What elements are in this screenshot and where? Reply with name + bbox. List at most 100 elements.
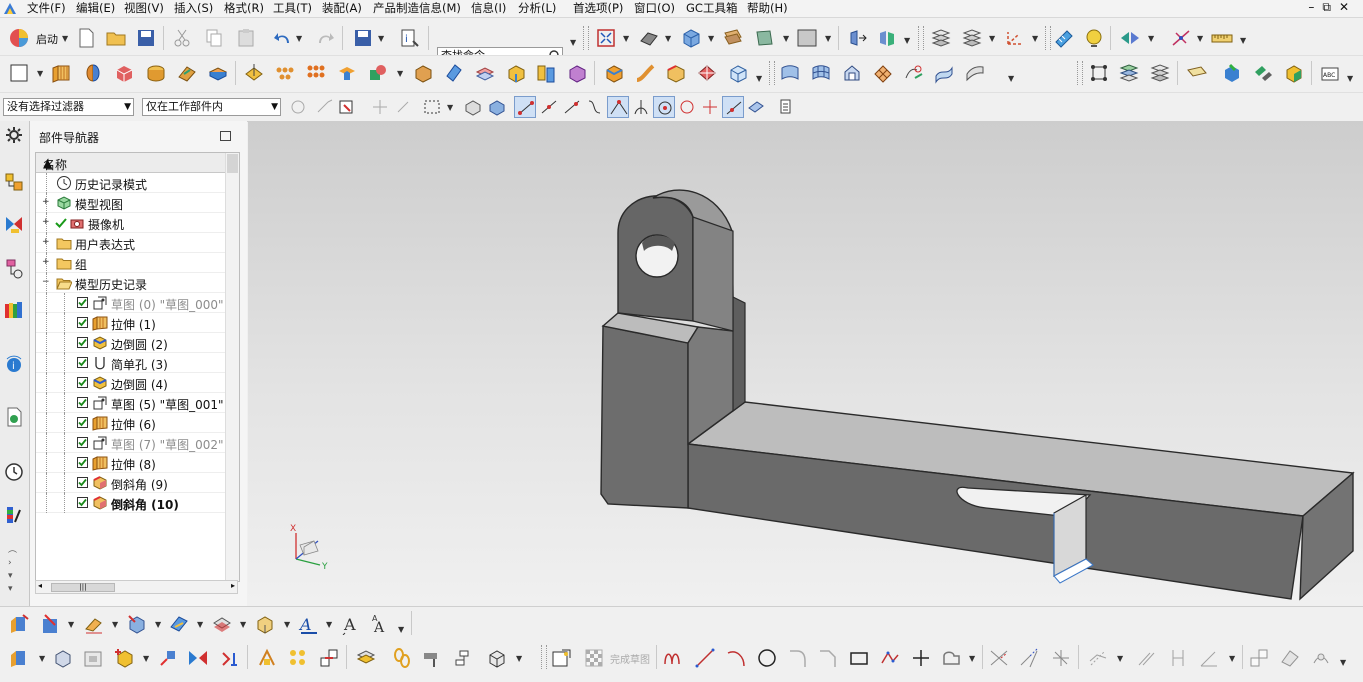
save-as-icon[interactable] xyxy=(352,27,374,49)
leader-note-icon[interactable]: A xyxy=(341,613,363,635)
internet-explorer-tab-icon[interactable]: i xyxy=(3,353,25,375)
curve-dropdown-arrow[interactable]: ▼ xyxy=(969,654,975,663)
cylinder-icon[interactable] xyxy=(145,62,167,84)
resource-bar-more-arrows[interactable]: ︵ › ▾ ▾ xyxy=(8,544,17,596)
end-point-snap-icon[interactable] xyxy=(514,96,536,118)
feature-tree-row[interactable]: 倒斜角 (9) xyxy=(36,473,225,493)
wcs-origin-dropdown-arrow[interactable]: ▼ xyxy=(1032,34,1038,43)
start-button-label[interactable]: 启动 xyxy=(36,31,58,47)
feature-tree-row[interactable]: 草图 (5) "草图_001" xyxy=(36,393,225,413)
feature-tree-row[interactable]: 草图 (0) "草图_000" xyxy=(36,293,225,313)
sketch-dropdown-arrow[interactable]: ▼ xyxy=(37,69,43,78)
text-note-icon[interactable]: ABC xyxy=(1320,62,1342,84)
gear-icon[interactable] xyxy=(3,124,25,146)
sketch-layers-icon[interactable] xyxy=(355,647,377,669)
navigator-node-row[interactable]: + 组 xyxy=(36,253,225,273)
analysis-icon[interactable] xyxy=(1083,27,1105,49)
make-corner-icon[interactable] xyxy=(1050,647,1072,669)
background-color-icon[interactable] xyxy=(796,27,818,49)
vertical-scroll-thumb[interactable] xyxy=(227,154,238,173)
wcs-icon[interactable] xyxy=(753,27,775,49)
point-snap-icon[interactable] xyxy=(369,96,391,118)
datum-plane-icon[interactable] xyxy=(243,62,265,84)
auto-constrain-icon[interactable] xyxy=(1310,647,1332,669)
detail-view-icon[interactable] xyxy=(157,647,179,669)
undo-icon[interactable] xyxy=(272,27,294,49)
line-icon[interactable] xyxy=(694,647,716,669)
section-line-icon[interactable] xyxy=(219,647,241,669)
add-component-icon[interactable] xyxy=(1221,62,1243,84)
tree-column-header[interactable]: 名称 ▲ xyxy=(36,153,225,173)
fillet-icon[interactable] xyxy=(787,647,809,669)
save-dropdown-arrow[interactable]: ▼ xyxy=(378,34,384,43)
datum-dropdown-arrow[interactable]: ▼ xyxy=(197,620,203,629)
shell-icon[interactable] xyxy=(207,62,229,84)
boolean-dropdown-arrow[interactable]: ▼ xyxy=(397,69,403,78)
expand-toggle-icon[interactable]: + xyxy=(42,258,50,267)
sort-ascending-icon[interactable]: ▲ xyxy=(43,156,52,170)
navigator-node-row[interactable]: + 摄像机 xyxy=(36,213,225,233)
search-dropdown-arrow[interactable]: ▼ xyxy=(570,38,576,47)
feature-visibility-checkbox[interactable] xyxy=(77,477,88,488)
save-icon[interactable] xyxy=(135,27,157,49)
dimension-icon[interactable] xyxy=(83,613,105,635)
undo-dropdown-arrow[interactable]: ▼ xyxy=(296,34,302,43)
start-dropdown-arrow[interactable]: ▼ xyxy=(62,34,68,43)
feature-tree-row[interactable]: 边倒圆 (4) xyxy=(36,373,225,393)
selection-filter-select[interactable]: 没有选择过滤器 ▼ xyxy=(3,98,134,116)
expand-toggle-icon[interactable]: + xyxy=(42,238,50,247)
point-on-curve-snap-icon[interactable] xyxy=(722,96,744,118)
surface-finish-icon[interactable] xyxy=(211,613,233,635)
weld-symbol-icon[interactable] xyxy=(254,613,276,635)
assembly-navigator-icon[interactable] xyxy=(1088,62,1110,84)
sweep-icon[interactable] xyxy=(634,62,656,84)
toolbar-grip[interactable] xyxy=(918,26,924,50)
note-dropdown-arrow[interactable]: ▼ xyxy=(326,620,332,629)
layer-category-icon[interactable] xyxy=(1149,62,1171,84)
surface-icon[interactable] xyxy=(696,62,718,84)
menu-insert[interactable]: 插入(S) xyxy=(174,1,213,15)
existing-point-snap-icon[interactable] xyxy=(699,96,721,118)
surface-dropdown-arrow[interactable]: ▼ xyxy=(1008,74,1014,83)
part-navigator-tab-icon[interactable] xyxy=(3,258,25,280)
layer-stack-icon[interactable] xyxy=(1118,62,1140,84)
menu-format[interactable]: 格式(R) xyxy=(224,1,264,15)
through-curves-icon[interactable] xyxy=(779,62,801,84)
new-file-icon[interactable] xyxy=(75,27,97,49)
paste-icon[interactable] xyxy=(235,27,257,49)
feature-visibility-checkbox[interactable] xyxy=(77,417,88,428)
wcs-dropdown-arrow[interactable]: ▼ xyxy=(783,34,789,43)
rectangle-selection-icon[interactable] xyxy=(421,96,443,118)
toolbar-grip[interactable] xyxy=(1045,26,1051,50)
view-cube-dropdown-arrow[interactable]: ▼ xyxy=(516,654,522,663)
feature-visibility-checkbox[interactable] xyxy=(77,297,88,308)
menu-file[interactable]: 文件(F) xyxy=(27,1,66,15)
show-hide-dropdown-arrow[interactable]: ▼ xyxy=(1148,34,1154,43)
point-on-surface-snap-icon[interactable] xyxy=(745,96,767,118)
orient-dropdown-arrow[interactable]: ▼ xyxy=(708,34,714,43)
toolbar-grip[interactable] xyxy=(769,61,775,85)
boolean-icon[interactable] xyxy=(367,62,389,84)
selection-scope-select[interactable]: 仅在工作部件内 ▼ xyxy=(142,98,281,116)
block-icon[interactable] xyxy=(113,62,135,84)
menu-help[interactable]: 帮助(H) xyxy=(747,1,788,15)
add-view-dropdown-arrow[interactable]: ▼ xyxy=(143,654,149,663)
tangent-snap-icon[interactable] xyxy=(630,96,652,118)
feature-visibility-checkbox[interactable] xyxy=(77,437,88,448)
polygon-icon[interactable] xyxy=(879,647,901,669)
datum-feature-icon[interactable] xyxy=(168,613,190,635)
text-style-icon[interactable]: AA xyxy=(370,613,392,635)
general-selection-icon[interactable] xyxy=(336,96,358,118)
swept-surface-icon[interactable] xyxy=(964,62,986,84)
face-blend-icon[interactable] xyxy=(603,62,625,84)
menu-tools[interactable]: 工具(T) xyxy=(273,1,312,15)
profile-icon[interactable] xyxy=(662,647,684,669)
mate-component-icon[interactable] xyxy=(1252,62,1274,84)
thicken-icon[interactable] xyxy=(535,62,557,84)
navigator-node-row[interactable]: + 用户表达式 xyxy=(36,233,225,253)
snap-disabled-icon[interactable] xyxy=(314,96,336,118)
quick-trim-icon[interactable] xyxy=(988,647,1010,669)
feature-visibility-checkbox[interactable] xyxy=(77,457,88,468)
sketch-tools-dropdown-arrow[interactable]: ▼ xyxy=(1340,658,1346,667)
sketch-point-icon[interactable] xyxy=(256,647,278,669)
